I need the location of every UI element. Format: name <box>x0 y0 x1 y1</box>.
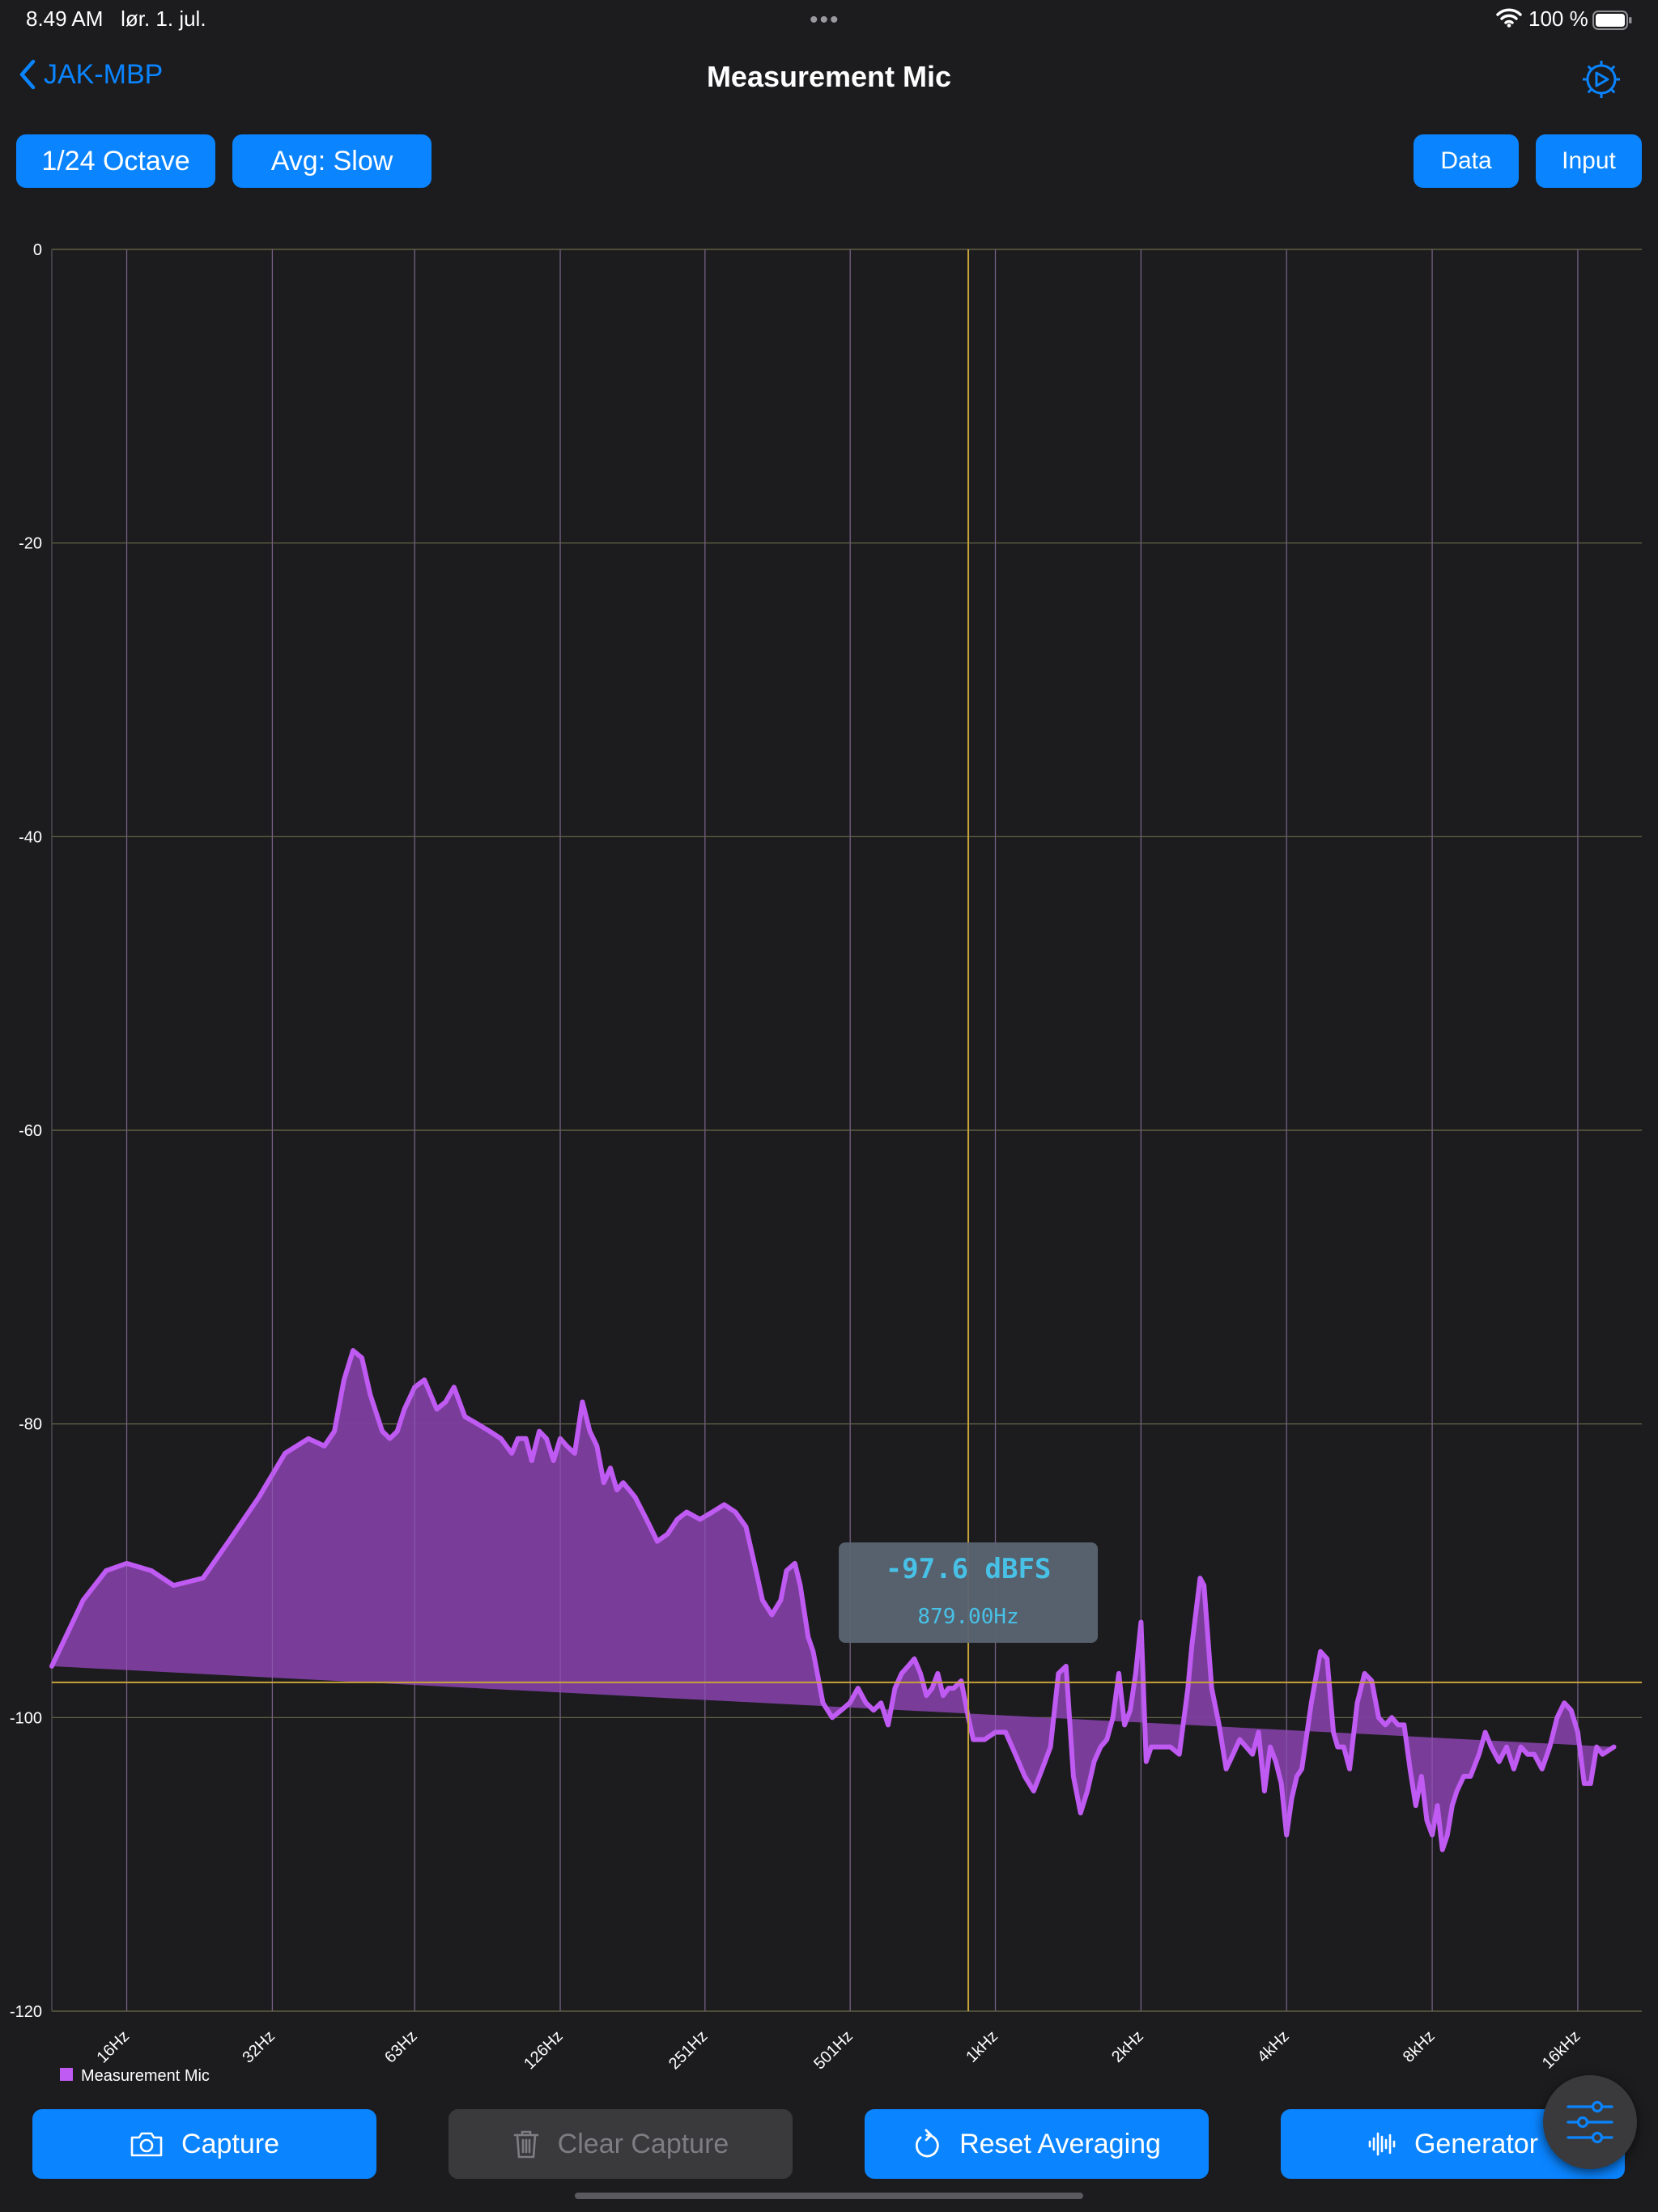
y-tick-label: -40 <box>19 828 42 846</box>
battery-percentage: 100 % <box>1528 6 1588 31</box>
x-tick-label: 63Hz <box>381 2027 421 2067</box>
rotate-ccw-icon <box>915 2129 939 2158</box>
x-tick-label: 501Hz <box>810 2027 856 2073</box>
sliders-icon <box>1567 2100 1613 2144</box>
page-title: Measurement Mic <box>706 60 952 93</box>
data-button[interactable]: Data <box>1414 134 1519 188</box>
camera-icon <box>130 2132 163 2157</box>
trash-icon <box>513 2130 538 2159</box>
tooltip-frequency: 879.00Hz <box>917 1605 1018 1629</box>
y-tick-label: -20 <box>19 535 42 553</box>
battery-icon <box>1592 11 1632 30</box>
clear-capture-label: Clear Capture <box>557 2128 729 2159</box>
legend-label: Measurement Mic <box>81 2067 210 2085</box>
legend-swatch <box>60 2068 73 2081</box>
x-tick-label: 16Hz <box>94 2027 134 2067</box>
y-tick-label: -100 <box>10 1709 42 1727</box>
capture-button[interactable]: Capture <box>32 2109 376 2179</box>
x-tick-label: 4kHz <box>1254 2027 1293 2066</box>
y-tick-label: -80 <box>19 1416 42 1434</box>
tooltip-level-value: -97.6 dBFS <box>886 1553 1052 1585</box>
averaging-button[interactable]: Avg: Slow <box>232 134 432 188</box>
x-tick-label: 126Hz <box>521 2027 566 2073</box>
x-tick-label: 8kHz <box>1400 2027 1439 2066</box>
x-tick-label: 1kHz <box>963 2027 1001 2066</box>
input-button[interactable]: Input <box>1536 134 1642 188</box>
sliders-fab-button[interactable] <box>1543 2075 1637 2169</box>
status-time: 8.49 AM lør. 1. jul. <box>26 6 206 32</box>
x-tick-label: 2kHz <box>1108 2027 1147 2066</box>
spectrum-chart[interactable]: 0 -20 -40 -60 -80 -100 -120 16Hz 32Hz 63Hz 126Hz 25… <box>0 227 1658 2089</box>
octave-button[interactable]: 1/24 Octave <box>16 134 215 188</box>
series-area-fill <box>52 1351 1614 1850</box>
gear-icon <box>1583 61 1620 98</box>
chart-axes: 0 -20 -40 -60 -80 -100 -120 16Hz 32Hz 63Hz 126Hz 25… <box>10 241 1584 2073</box>
cursor-tooltip: -97.6 dBFS 879.00Hz <box>839 1542 1099 1643</box>
x-tick-label: 16kHz <box>1539 2027 1584 2073</box>
x-tick-label: 251Hz <box>665 2027 711 2073</box>
settings-button[interactable] <box>1579 57 1624 106</box>
y-tick-label: -60 <box>19 1122 42 1140</box>
chart-grid <box>51 249 1642 2012</box>
y-tick-label: -120 <box>10 2003 42 2021</box>
wifi-icon <box>1496 8 1522 28</box>
status-clock: 8.49 AM <box>26 6 104 31</box>
waveform-icon <box>1368 2132 1396 2156</box>
chart-legend: Measurement Mic <box>60 2067 210 2085</box>
x-tick-label: 32Hz <box>239 2027 278 2067</box>
status-date: lør. 1. jul. <box>121 6 206 31</box>
reset-averaging-button[interactable]: Reset Averaging <box>865 2109 1209 2179</box>
home-indicator[interactable] <box>575 2193 1083 2199</box>
multitask-dots[interactable]: ••• <box>810 6 840 34</box>
clear-capture-button[interactable]: Clear Capture <box>449 2109 793 2179</box>
reset-averaging-label: Reset Averaging <box>959 2128 1161 2159</box>
capture-label: Capture <box>181 2128 279 2159</box>
y-tick-label: 0 <box>33 241 42 259</box>
generator-label: Generator <box>1414 2128 1539 2159</box>
